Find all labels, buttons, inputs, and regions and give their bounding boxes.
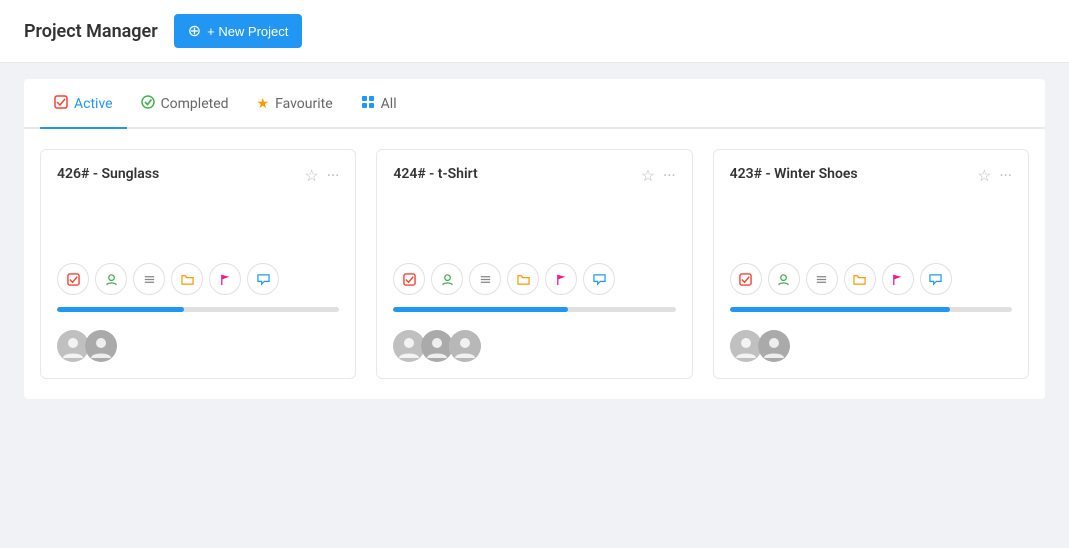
chat-icon-btn-423[interactable]: [920, 263, 952, 295]
avatar-2-426: [85, 330, 117, 362]
card-title-426: 426# - Sunglass: [57, 166, 159, 182]
new-project-label: + New Project: [207, 24, 288, 39]
tab-active-label: Active: [74, 96, 113, 112]
folder-icon-btn-426[interactable]: [171, 263, 203, 295]
progress-bar-container-426: [57, 307, 339, 312]
tab-favourite-label: Favourite: [275, 96, 333, 112]
app-title: Project Manager: [24, 21, 158, 42]
user-icon-btn-423[interactable]: [768, 263, 800, 295]
user-icon-btn-426[interactable]: [95, 263, 127, 295]
task-icon-btn-426[interactable]: [57, 263, 89, 295]
list-icon-btn-424[interactable]: [469, 263, 501, 295]
progress-bar-fill-424: [393, 307, 568, 312]
list-icon-btn-426[interactable]: [133, 263, 165, 295]
avatar-1-423: [730, 330, 762, 362]
menu-button-426[interactable]: ···: [327, 166, 340, 185]
flag-icon-btn-423[interactable]: [882, 263, 914, 295]
card-header-424: 424# - t-Shirt ☆ ···: [393, 166, 675, 185]
app-header: Project Manager ⊕ + New Project: [0, 0, 1069, 63]
project-card-423: 423# - Winter Shoes ☆ ···: [713, 149, 1029, 379]
flag-icon-btn-424[interactable]: [545, 263, 577, 295]
tab-all[interactable]: All: [347, 79, 411, 129]
progress-bar-container-423: [730, 307, 1012, 312]
folder-icon-btn-423[interactable]: [844, 263, 876, 295]
avatar-3-424: [449, 330, 481, 362]
card-actions-423: ☆ ···: [977, 166, 1012, 185]
menu-button-423[interactable]: ···: [999, 166, 1012, 185]
flag-icon-btn-426[interactable]: [209, 263, 241, 295]
progress-bar-container-424: [393, 307, 675, 312]
progress-bar-fill-423: [730, 307, 950, 312]
progress-bar-fill-426: [57, 307, 184, 312]
chat-icon-btn-426[interactable]: [247, 263, 279, 295]
tab-all-label: All: [381, 96, 397, 112]
avatar-row-426: [57, 330, 339, 362]
chat-icon-btn-424[interactable]: [583, 263, 615, 295]
card-body-426: [57, 197, 339, 255]
card-header-423: 423# - Winter Shoes ☆ ···: [730, 166, 1012, 185]
card-body-424: [393, 197, 675, 255]
star-button-423[interactable]: ☆: [977, 166, 991, 185]
tab-bar: Active Completed ★ Favourite All: [24, 79, 1045, 129]
main-content: Active Completed ★ Favourite All: [0, 63, 1069, 415]
task-icon-btn-423[interactable]: [730, 263, 762, 295]
new-project-button[interactable]: ⊕ + New Project: [174, 14, 303, 48]
active-icon: [54, 95, 68, 113]
card-actions-426: ☆ ···: [304, 166, 339, 185]
icon-row-426: [57, 255, 339, 295]
completed-icon: [141, 95, 155, 113]
icon-row-424: [393, 255, 675, 295]
folder-icon-btn-424[interactable]: [507, 263, 539, 295]
avatar-2-423: [758, 330, 790, 362]
card-title-423: 423# - Winter Shoes: [730, 166, 858, 182]
tab-completed-label: Completed: [161, 96, 229, 112]
tab-favourite[interactable]: ★ Favourite: [243, 80, 347, 128]
tab-active[interactable]: Active: [40, 79, 127, 129]
all-icon: [361, 95, 375, 113]
user-icon-btn-424[interactable]: [431, 263, 463, 295]
card-title-424: 424# - t-Shirt: [393, 166, 477, 182]
menu-button-424[interactable]: ···: [663, 166, 676, 185]
icon-row-423: [730, 255, 1012, 295]
card-body-423: [730, 197, 1012, 255]
tab-completed[interactable]: Completed: [127, 79, 243, 129]
project-card-424: 424# - t-Shirt ☆ ···: [376, 149, 692, 379]
star-button-426[interactable]: ☆: [304, 166, 318, 185]
star-button-424[interactable]: ☆: [641, 166, 655, 185]
avatar-row-423: [730, 330, 1012, 362]
project-card-426: 426# - Sunglass ☆ ···: [40, 149, 356, 379]
avatar-row-424: [393, 330, 675, 362]
task-icon-btn-424[interactable]: [393, 263, 425, 295]
favourite-icon: ★: [257, 96, 270, 112]
projects-grid: 426# - Sunglass ☆ ···: [40, 149, 1029, 379]
projects-area: 426# - Sunglass ☆ ···: [24, 129, 1045, 399]
card-actions-424: ☆ ···: [641, 166, 676, 185]
new-project-plus-icon: ⊕: [188, 21, 201, 41]
card-header-426: 426# - Sunglass ☆ ···: [57, 166, 339, 185]
list-icon-btn-423[interactable]: [806, 263, 838, 295]
